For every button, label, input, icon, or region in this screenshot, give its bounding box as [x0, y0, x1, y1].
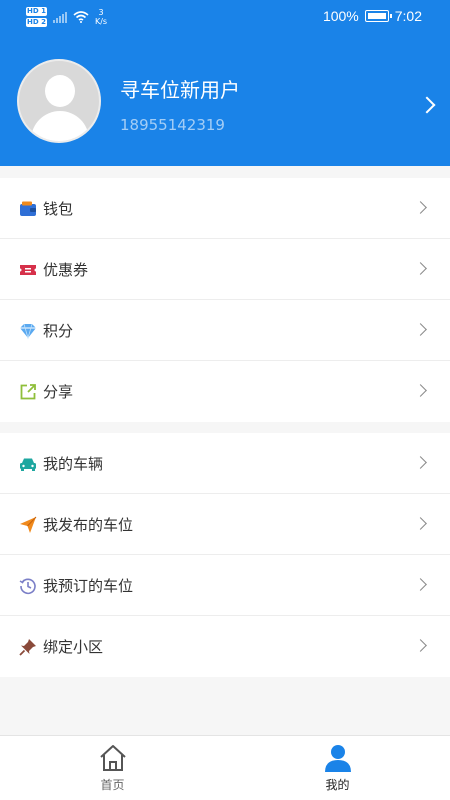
- menu-label-wallet: 钱包: [43, 200, 74, 218]
- menu-label-points: 积分: [43, 322, 74, 340]
- network-speed-unit: K/s: [94, 17, 108, 26]
- tab-home[interactable]: 首页: [0, 736, 225, 800]
- status-right: 100% 7:02: [323, 8, 422, 24]
- battery-percent: 100%: [322, 8, 359, 24]
- wallet-icon: [19, 200, 37, 218]
- menu-label-bind-community: 绑定小区: [43, 638, 104, 656]
- chevron-right-icon: [414, 323, 427, 336]
- user-icon: [323, 743, 353, 773]
- home-icon: [98, 743, 128, 773]
- profile-header[interactable]: 寻车位新用户 18955142319: [0, 34, 450, 166]
- network-speed: 3 K/s: [95, 8, 107, 26]
- menu-label-booked-spots: 我预订的车位: [43, 577, 134, 595]
- bottom-tab-bar: 首页 我的: [0, 735, 450, 800]
- clock: 7:02: [394, 8, 422, 24]
- chevron-right-icon: [414, 517, 427, 530]
- menu-item-wallet[interactable]: 钱包: [0, 178, 450, 239]
- signal-icon: [52, 11, 67, 23]
- car-icon: [19, 455, 37, 473]
- avatar-shoulders: [31, 111, 89, 141]
- coupon-icon: [19, 261, 37, 279]
- menu-group-parking: 我的车辆 我发布的车位 我预订的车位 绑定小区: [0, 433, 450, 677]
- tab-label-mine: 我的: [325, 778, 350, 792]
- sim1-indicator: HD 1: [26, 7, 47, 16]
- chevron-right-icon: [414, 201, 427, 214]
- wifi-icon: [73, 8, 89, 27]
- clock-history-icon: [19, 577, 37, 595]
- chevron-right-icon: [414, 639, 427, 652]
- status-bar: HD 1 HD 2 3 K/s 100% 7:02: [0, 0, 450, 34]
- user-name: 寻车位新用户: [120, 78, 240, 102]
- network-speed-value: 3: [98, 8, 104, 17]
- avatar[interactable]: [17, 59, 101, 143]
- menu-group-account: 钱包 优惠券 积分 分享: [0, 178, 450, 422]
- battery-icon: [364, 10, 392, 22]
- menu-label-coupon: 优惠券: [43, 261, 89, 279]
- chevron-right-icon: [414, 578, 427, 591]
- chevron-right-icon: [414, 456, 427, 469]
- menu-item-coupon[interactable]: 优惠券: [0, 239, 450, 300]
- pushpin-icon: [19, 638, 37, 656]
- menu-label-my-vehicles: 我的车辆: [43, 455, 104, 473]
- menu-item-published-spots[interactable]: 我发布的车位: [0, 494, 450, 555]
- tab-mine[interactable]: 我的: [225, 736, 450, 800]
- menu-item-booked-spots[interactable]: 我预订的车位: [0, 555, 450, 616]
- menu-label-published-spots: 我发布的车位: [43, 516, 134, 534]
- sim-indicators: HD 1 HD 2: [26, 7, 47, 27]
- menu-item-my-vehicles[interactable]: 我的车辆: [0, 433, 450, 494]
- sim2-indicator: HD 2: [26, 18, 47, 27]
- menu-item-share[interactable]: 分享: [0, 361, 450, 422]
- menu-item-points[interactable]: 积分: [0, 300, 450, 361]
- paper-plane-icon: [19, 516, 37, 534]
- chevron-right-icon: [414, 384, 427, 397]
- status-left: HD 1 HD 2 3 K/s: [26, 5, 107, 29]
- share-icon: [19, 383, 37, 401]
- menu-label-share: 分享: [43, 383, 74, 401]
- user-phone: 18955142319: [120, 116, 225, 134]
- menu-item-bind-community[interactable]: 绑定小区: [0, 616, 450, 677]
- diamond-icon: [19, 322, 37, 340]
- chevron-right-icon[interactable]: [418, 96, 436, 114]
- avatar-head: [45, 75, 75, 107]
- chevron-right-icon: [414, 262, 427, 275]
- tab-label-home: 首页: [100, 778, 125, 792]
